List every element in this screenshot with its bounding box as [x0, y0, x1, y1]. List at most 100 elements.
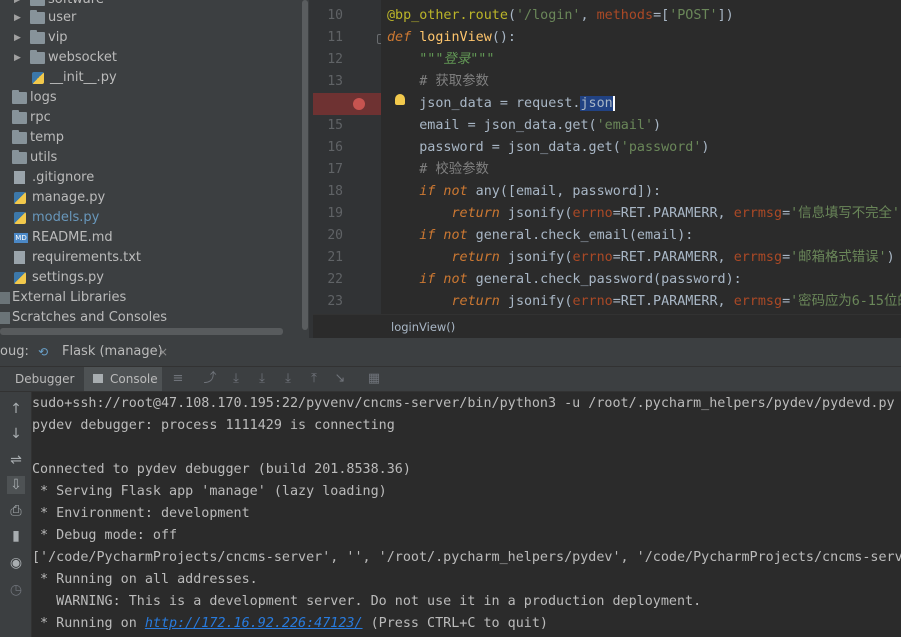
- tree-item[interactable]: .gitignore: [0, 168, 300, 188]
- file-icon: [14, 251, 25, 264]
- step-into-my-code-icon[interactable]: ⤓: [280, 371, 296, 387]
- scroll-down-icon[interactable]: ↓: [7, 425, 25, 443]
- line-number: 16: [327, 140, 343, 155]
- console-line: WARNING: This is a development server. D…: [32, 594, 702, 609]
- tree-item[interactable]: ▶logs: [0, 88, 300, 108]
- code-line-16: password = json_data.get('password'): [387, 140, 710, 155]
- project-tree-scrollbar[interactable]: [301, 0, 309, 338]
- code-line-19: return jsonify(errno=RET.PARAMERR, errms…: [451, 206, 900, 221]
- code-line-22: if not general.check_password(password):: [419, 272, 742, 287]
- flask-icon: ⟲: [38, 345, 49, 359]
- running-on-suffix: (Press CTRL+C to quit): [362, 616, 548, 631]
- python-console-icon[interactable]: ◉: [7, 554, 25, 572]
- folder-icon: [12, 150, 27, 164]
- scrollbar-thumb[interactable]: [302, 0, 308, 330]
- code-line-18: if not any([email, password]):: [419, 184, 662, 199]
- print-icon[interactable]: ⎙: [7, 502, 25, 520]
- console-output[interactable]: sudo+ssh://root@47.108.170.195:22/pyvenv…: [32, 392, 901, 637]
- code-line-13: # 获取参数: [419, 74, 489, 89]
- soft-wrap-icon[interactable]: ⇌: [7, 451, 25, 469]
- run-config-tab[interactable]: ⟲ Flask (manage) ×: [30, 338, 168, 366]
- console-line: * Environment: development: [32, 506, 250, 521]
- line-number: 13: [327, 74, 343, 89]
- project-tree[interactable]: ▶software▶user▶vip▶websocket__init__.py▶…: [0, 0, 303, 338]
- editor-gutter[interactable]: 1011121314151617181920212223: [313, 0, 381, 314]
- tree-item[interactable]: requirements.txt: [0, 248, 300, 268]
- code-line-20: if not general.check_email(email):: [419, 228, 694, 243]
- show-execution-point-icon[interactable]: ⤴: [202, 371, 218, 387]
- tree-item-label: __init__.py: [50, 70, 117, 85]
- folder-icon: [12, 90, 27, 104]
- breakpoint-icon[interactable]: [353, 98, 365, 110]
- tree-item[interactable]: Scratches and Consoles: [0, 308, 300, 328]
- history-icon[interactable]: ◷: [7, 581, 25, 599]
- line-number: 20: [327, 228, 343, 243]
- tab-console-label: Console: [110, 372, 158, 386]
- tree-item[interactable]: ▶ websocket: [0, 48, 300, 68]
- run-config-tab-label: Flask (manage): [62, 344, 163, 359]
- code-line-10: @bp_other.route('/login', methods=['POST…: [387, 8, 734, 23]
- folder-icon: [30, 30, 45, 44]
- project-tree-horizontal-scrollbar[interactable]: [0, 328, 283, 335]
- tab-debugger-label: Debugger: [15, 372, 75, 386]
- tree-item[interactable]: ▶utils: [0, 148, 300, 168]
- tree-item[interactable]: ▶rpc: [0, 108, 300, 128]
- tree-item[interactable]: ▶ user: [0, 8, 300, 28]
- tree-item[interactable]: External Libraries: [0, 288, 300, 308]
- code-editor[interactable]: @bp_other.route('/login', methods=['POST…: [381, 0, 901, 314]
- step-over-icon[interactable]: ⤓: [228, 371, 244, 387]
- breadcrumb-function[interactable]: loginView(): [391, 315, 455, 339]
- markdown-icon: MD: [14, 233, 28, 243]
- server-url-link[interactable]: http://172.16.92.226:47123/: [145, 616, 363, 631]
- threads-icon[interactable]: ≡: [170, 371, 186, 387]
- code-line-15: email = json_data.get('email'): [387, 118, 662, 133]
- tab-debugger[interactable]: Debugger: [6, 367, 78, 391]
- breadcrumb[interactable]: loginView(): [313, 314, 901, 339]
- code-line-14: json_data = request.json: [387, 96, 615, 111]
- line-number: 10: [327, 8, 343, 23]
- tree-item-label: settings.py: [32, 270, 104, 285]
- tree-item[interactable]: manage.py: [0, 188, 300, 208]
- step-into-icon[interactable]: ⤓: [254, 371, 270, 387]
- tab-console[interactable]: Console: [84, 367, 162, 391]
- scroll-to-end-icon[interactable]: ⇩: [7, 476, 25, 494]
- code-line-17: # 校验参数: [419, 162, 489, 177]
- line-number: 21: [327, 250, 343, 265]
- step-out-icon[interactable]: ⤒: [306, 371, 322, 387]
- tree-item-label: Scratches and Consoles: [12, 310, 168, 325]
- python-file-icon: [14, 272, 26, 284]
- line-number: 19: [327, 206, 343, 221]
- line-number: 23: [327, 294, 343, 309]
- tree-item[interactable]: ▶temp: [0, 128, 300, 148]
- tree-item-label: vip: [48, 30, 68, 45]
- scroll-up-icon[interactable]: ↑: [7, 400, 25, 418]
- line-number: 18: [327, 184, 343, 199]
- console-line: pydev debugger: process 1111429 is conne…: [32, 418, 395, 433]
- console-line: ['/code/PycharmProjects/cncms-server', '…: [32, 550, 901, 565]
- expand-arrow-icon[interactable]: ▶: [14, 8, 24, 28]
- line-number: 15: [327, 118, 343, 133]
- intention-bulb-icon[interactable]: [395, 94, 405, 105]
- tree-item[interactable]: ▶ vip: [0, 28, 300, 48]
- line-number: 17: [327, 162, 343, 177]
- expand-arrow-icon[interactable]: ▶: [14, 48, 24, 68]
- tree-item-label: .gitignore: [32, 170, 95, 185]
- tree-item-label: temp: [30, 130, 65, 145]
- tree-item-label: user: [48, 10, 77, 25]
- tree-item[interactable]: settings.py: [0, 268, 300, 288]
- evaluate-expression-icon[interactable]: ▦: [366, 371, 382, 387]
- tree-item[interactable]: __init__.py: [0, 68, 300, 88]
- tree-item-label: External Libraries: [12, 290, 127, 305]
- expand-arrow-icon[interactable]: ▶: [14, 28, 24, 48]
- clear-all-icon[interactable]: ▮: [7, 527, 25, 545]
- folder-icon: [12, 130, 27, 144]
- python-file-icon: [32, 72, 44, 84]
- tree-item-label: README.md: [32, 230, 113, 245]
- debug-toolbar: Debugger Console ≡ ⤴ ⤓ ⤓ ⤓ ⤒ ↘ ▦: [0, 367, 901, 392]
- tree-item-label: models.py: [32, 210, 100, 225]
- tree-item[interactable]: MD README.md: [0, 228, 300, 248]
- tree-item[interactable]: models.py: [0, 208, 300, 228]
- close-icon[interactable]: ×: [158, 338, 168, 366]
- folder-icon: [12, 110, 27, 124]
- run-to-cursor-icon[interactable]: ↘: [332, 371, 348, 387]
